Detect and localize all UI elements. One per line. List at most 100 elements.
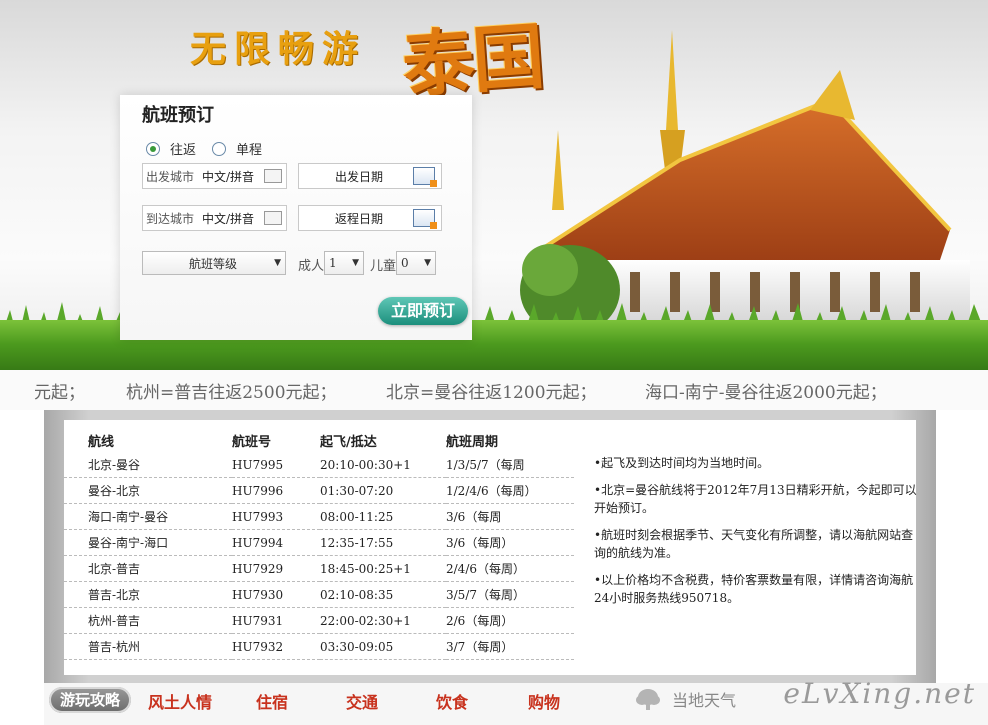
city-picker-icon[interactable] [264,169,282,183]
cell-schedule: 1/2/4/6（每周） [446,477,574,504]
table-row: 普吉-北京 HU7930 02:10-08:35 3/5/7（每周） [64,581,574,608]
cell-time: 08:00-11:25 [320,503,446,530]
depart-city-input[interactable]: 中文/拼音 [202,168,264,185]
site-watermark: eLvXing.net [783,677,976,710]
flight-table: 航线 航班号 起飞/抵达 航班周期 北京-曼谷 HU7995 20:10-00:30… [64,428,574,660]
child-count-value: 0 [401,256,409,270]
weather-link[interactable]: 当地天气 [634,687,736,711]
arrive-city-input[interactable]: 中文/拼音 [202,210,264,227]
table-row: 曼谷-北京 HU7996 01:30-07:20 1/2/4/6（每周） [64,477,574,504]
cell-time: 02:10-08:35 [320,581,446,608]
arrive-city-field[interactable]: 到达城市 中文/拼音 [142,205,287,231]
cell-route: 杭州-普吉 [64,607,232,634]
col-schedule: 航班周期 [446,434,499,450]
round-trip-radio[interactable] [146,141,160,156]
cell-schedule: 3/6（每周） [446,529,574,556]
cell-schedule: 3/7（每周） [446,633,574,660]
one-way-radio[interactable] [212,141,227,156]
depart-city-field[interactable]: 出发城市 中文/拼音 [142,163,287,189]
nav-item-customs[interactable]: 风土人情 [148,689,212,713]
cell-schedule: 3/5/7（每周） [446,581,574,608]
cell-schedule: 2/4/6（每周） [446,555,574,582]
cell-time: 22:00-02:30+1 [320,607,446,634]
cell-flight-no: HU7930 [232,581,320,608]
cell-route: 海口-南宁-曼谷 [64,503,232,530]
table-row: 北京-曼谷 HU7995 20:10-00:30+1 1/3/5/7（每周 [64,452,574,478]
depart-date-label: 出发日期 [335,169,384,184]
cell-route: 北京-曼谷 [64,452,232,478]
child-count-select[interactable]: 0 ▼ [396,251,436,275]
cell-route: 普吉-北京 [64,581,232,608]
ticker-item[interactable]: 元起； [34,378,85,403]
nav-active-guide[interactable]: 游玩攻略 [49,687,131,713]
flight-notes: •起飞及到达时间均为当地时间。 •北京=曼谷航线将于2012年7月13日精彩开航… [594,454,924,616]
flight-schedule-section: 航线 航班号 起飞/抵达 航班周期 北京-曼谷 HU7995 20:10-00:30… [44,410,936,685]
col-time: 起飞/抵达 [320,434,377,450]
cell-flight-no: HU7929 [232,555,320,582]
booking-title: 航班预订 [142,105,214,126]
arrive-city-label: 到达城市 [146,211,195,226]
table-row: 杭州-普吉 HU7931 22:00-02:30+1 2/6（每周） [64,607,574,634]
col-route: 航线 [88,434,115,450]
cell-time: 03:30-09:05 [320,633,446,660]
cell-flight-no: HU7996 [232,477,320,504]
table-header-row: 航线 航班号 起飞/抵达 航班周期 [64,428,574,452]
depart-date-field[interactable]: 出发日期 [298,163,442,189]
cell-flight-no: HU7994 [232,529,320,556]
adult-count-select[interactable]: 1 ▼ [324,251,364,275]
nav-item-transport[interactable]: 交通 [346,689,378,713]
table-row: 北京-普吉 HU7929 18:45-00:25+1 2/4/6（每周） [64,555,574,582]
note-item: •航班时刻会根据季节、天气变化有所调整，请以海航网站查询的航线为准。 [594,528,914,560]
return-date-field[interactable]: 返程日期 [298,205,442,231]
cell-time: 01:30-07:20 [320,477,446,504]
table-row: 曼谷-南宁-海口 HU7994 12:35-17:55 3/6（每周） [64,529,574,556]
cell-time: 20:10-00:30+1 [320,452,446,478]
trip-type-group: 往返 单程 [146,139,262,158]
cell-time: 12:35-17:55 [320,529,446,556]
slogan-text: 无限畅游 [190,29,367,70]
city-picker-icon[interactable] [264,211,282,225]
cell-schedule: 1/3/5/7（每周 [446,452,574,478]
one-way-label: 单程 [236,143,263,158]
chevron-down-icon: ▼ [352,258,359,268]
cell-route: 北京-普吉 [64,555,232,582]
ticker-item[interactable]: 杭州=普吉往返2500元起； [126,378,337,403]
col-flight-no: 航班号 [232,434,272,450]
cabin-class-value: 航班等级 [189,256,238,271]
note-item: •起飞及到达时间均为当地时间。 [594,456,770,470]
table-row: 海口-南宁-曼谷 HU7993 08:00-11:25 3/6（每周 [64,503,574,530]
cell-time: 18:45-00:25+1 [320,555,446,582]
calendar-icon[interactable] [413,167,437,187]
cell-flight-no: HU7993 [232,503,320,530]
cabin-class-select[interactable]: 航班等级 ▼ [142,251,286,275]
nav-item-food[interactable]: 饮食 [436,689,468,713]
cloud-icon [636,689,660,710]
temple-illustration [520,30,970,335]
calendar-icon[interactable] [413,209,437,229]
cell-route: 曼谷-南宁-海口 [64,529,232,556]
cell-flight-no: HU7931 [232,607,320,634]
promo-ticker: 元起； 杭州=普吉往返2500元起； 北京=曼谷往返1200元起； 海口-南宁-… [0,370,988,410]
ticker-item[interactable]: 北京=曼谷往返1200元起； [386,378,597,403]
note-item: •以上价格均不含税费，特价客票数量有限，详情请咨询海航24小时服务热线95071… [594,573,914,605]
flight-booking-panel: 航班预订 往返 单程 出发城市 中文/拼音 出发日期 到达城市 中文/拼音 返程… [120,95,472,340]
cell-flight-no: HU7995 [232,452,320,478]
return-date-label: 返程日期 [335,211,384,226]
adult-label: 成人 [298,259,325,274]
hero-banner: 无限畅游 泰国 航班预订 往返 单程 出发城市 中文/拼音 出发日期 到达城市 … [0,0,988,370]
cell-route: 曼谷-北京 [64,477,232,504]
chevron-down-icon: ▼ [274,258,281,268]
book-now-button[interactable]: 立即预订 [378,297,468,325]
cell-schedule: 3/6（每周 [446,503,574,530]
table-row: 普吉-杭州 HU7932 03:30-09:05 3/7（每周） [64,633,574,660]
round-trip-label: 往返 [170,143,197,158]
flight-schedule-card: 航线 航班号 起飞/抵达 航班周期 北京-曼谷 HU7995 20:10-00:30… [64,420,917,675]
note-item: •北京=曼谷航线将于2012年7月13日精彩开航，今起即可以开始预订。 [594,483,917,515]
nav-item-shopping[interactable]: 购物 [528,689,560,713]
depart-city-label: 出发城市 [146,169,195,184]
adult-count-value: 1 [329,256,337,270]
cell-schedule: 2/6（每周） [446,607,574,634]
nav-item-lodging[interactable]: 住宿 [256,689,288,713]
weather-label: 当地天气 [672,691,737,710]
ticker-item[interactable]: 海口-南宁-曼谷往返2000元起； [645,378,887,403]
